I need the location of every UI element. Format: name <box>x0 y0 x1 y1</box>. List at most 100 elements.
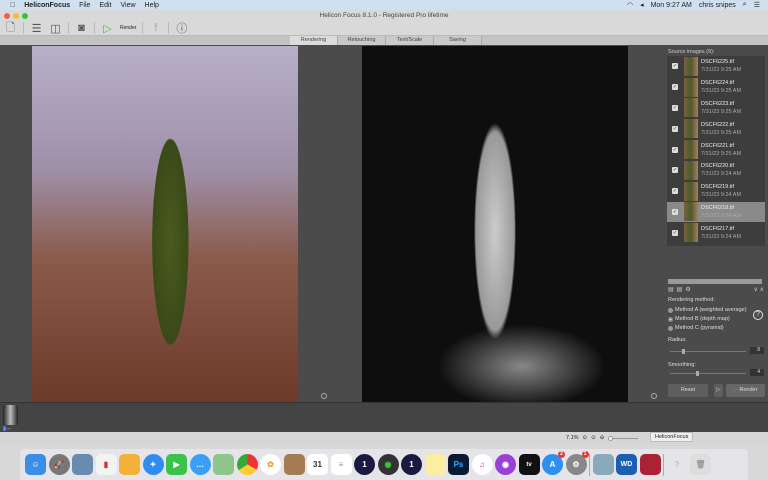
remove-file-icon[interactable]: ▤ <box>677 286 683 293</box>
camera-icon[interactable]: ◙ <box>75 22 88 35</box>
menu-file[interactable]: File <box>79 2 90 9</box>
render-play-icon[interactable]: ▷ <box>101 22 114 35</box>
apple-tv-icon[interactable]: tv <box>518 454 540 475</box>
help-icon[interactable]: ⓘ <box>175 22 188 35</box>
zoom-actual-icon[interactable]: ⊙ <box>591 435 596 441</box>
include-checkbox[interactable]: ✓ <box>672 146 678 153</box>
include-checkbox[interactable]: ✓ <box>672 167 678 174</box>
menu-bar:  HeliconFocus File Edit View Help ◠ ◂ M… <box>0 0 768 10</box>
move-down-icon[interactable]: ∨ <box>754 287 758 293</box>
magnify-icon[interactable] <box>651 393 657 399</box>
method-a-radio[interactable]: Method A (weighted average) <box>668 307 747 313</box>
render-toolbar-button[interactable]: Render <box>120 25 136 31</box>
horizontal-split-icon[interactable]: ☰ <box>30 22 43 35</box>
preview-app-icon[interactable] <box>72 454 93 475</box>
launchpad-icon[interactable]: 🚀 <box>48 454 70 475</box>
tab-rendering[interactable]: Rendering <box>290 36 338 45</box>
wd-drive-icon[interactable]: WD <box>616 454 637 475</box>
method-c-radio[interactable]: Method C (pyramid) <box>668 325 724 331</box>
helicon-focus-icon[interactable]: ◉ <box>377 454 399 475</box>
tab-retouching[interactable]: Retouching <box>338 36 386 45</box>
method-b-radio[interactable]: Method B (depth map) <box>668 316 730 322</box>
photos-icon[interactable]: ✿ <box>260 454 281 475</box>
photoshop-icon[interactable]: Ps <box>448 454 469 475</box>
messages-icon[interactable]: … <box>189 454 211 475</box>
output-thumbnail[interactable] <box>3 405 18 425</box>
zoom-out-icon[interactable]: ⊖ <box>600 435 605 441</box>
source-image-row[interactable]: ✓ DSCF6220.tif 7/31/23 9:24 AM <box>667 160 765 181</box>
source-image-row[interactable]: ✓ DSCF6221.tif 7/31/23 9:25 AM <box>667 139 765 160</box>
menu-help[interactable]: Help <box>145 2 159 9</box>
spotlight-icon[interactable]: ⌕ <box>743 1 747 9</box>
source-image-row[interactable]: ✓ DSCF6219.tif 7/31/23 9:24 AM <box>667 181 765 202</box>
zoom-slider[interactable] <box>608 435 639 441</box>
source-image-row[interactable]: ✓ DSCF6224.tif 7/31/23 9:25 AM <box>667 77 765 98</box>
notes-icon[interactable] <box>424 454 446 475</box>
volume-icon[interactable]: ◂ <box>640 1 644 9</box>
depth-map-preview[interactable] <box>362 46 628 402</box>
source-image-list[interactable]: ✓ DSCF6225.tif 7/31/23 9:25 AM ✓ DSCF6224.ti… <box>667 56 765 246</box>
finder-icon[interactable]: ☺ <box>25 454 46 475</box>
tab-saving[interactable]: Saving <box>434 36 482 45</box>
contacts-icon[interactable] <box>283 454 305 475</box>
wifi-icon[interactable]: ◠ <box>627 1 633 9</box>
radius-stepper[interactable]: 8 <box>750 347 764 354</box>
capture-one-icon-2[interactable]: 1 <box>401 454 422 475</box>
source-image-preview[interactable] <box>32 46 298 402</box>
facebook-icon[interactable]: f <box>149 22 162 35</box>
keynote-icon[interactable] <box>119 454 140 475</box>
include-checkbox[interactable]: ✓ <box>672 229 678 236</box>
include-checkbox[interactable]: ✓ <box>672 84 678 91</box>
source-image-row[interactable]: ✓ DSCF6218.tif 7/31/23 9:24 AM <box>667 201 765 223</box>
radius-slider[interactable] <box>670 349 746 354</box>
capture-one-icon[interactable]: 1 <box>354 454 375 475</box>
clock[interactable]: Mon 9:27 AM <box>651 2 692 9</box>
menu-app[interactable]: HeliconFocus <box>24 2 70 9</box>
reset-button[interactable]: Reset <box>668 384 708 397</box>
include-checkbox[interactable]: ✓ <box>672 188 678 195</box>
helicon-focus-dock-icon[interactable] <box>639 454 661 475</box>
menu-edit[interactable]: Edit <box>99 2 111 9</box>
settings-icon[interactable]: ⚙ <box>685 286 690 293</box>
file-name: DSCF6217.tif <box>701 225 735 232</box>
safari-icon[interactable]: ✦ <box>142 454 164 475</box>
smoothing-stepper[interactable]: 4 <box>750 369 764 376</box>
chrome-icon[interactable] <box>236 454 258 475</box>
app-store-icon[interactable]: A2 <box>542 451 565 475</box>
source-image-row[interactable]: ✓ DSCF6222.tif 7/31/23 9:25 AM <box>667 118 765 139</box>
image-capture-icon[interactable] <box>592 454 614 475</box>
add-images-icon[interactable]: 🗋 <box>4 22 17 35</box>
menu-view[interactable]: View <box>121 2 136 9</box>
calendar-icon[interactable]: 31 <box>307 454 328 475</box>
magnify-icon[interactable] <box>321 393 327 399</box>
add-file-icon[interactable]: ▤ <box>668 286 674 293</box>
help-document-icon[interactable]: ? <box>667 454 688 475</box>
notification-center-icon[interactable]: ☰ <box>754 1 760 9</box>
numbers-icon[interactable]: ▮ <box>95 454 117 475</box>
system-preferences-icon[interactable]: ⚙ 1 <box>565 451 589 475</box>
trash-icon[interactable]: 🗑 <box>690 454 711 475</box>
thumbnail-icons: ▪▫▫▫ <box>3 426 11 431</box>
include-checkbox[interactable]: ✓ <box>672 125 678 132</box>
zoom-fit-icon[interactable]: ⊙ <box>583 435 588 441</box>
music-icon[interactable]: ♫ <box>471 454 493 475</box>
render-button[interactable]: ▷ Render <box>726 384 765 397</box>
vertical-split-icon[interactable]: ◫ <box>49 22 62 35</box>
source-image-row[interactable]: ✓ DSCF6223.tif 7/31/23 9:25 AM <box>667 98 765 119</box>
tab-text-scale[interactable]: Text/Scale <box>386 36 434 45</box>
maps-icon[interactable] <box>213 454 234 475</box>
apple-menu-icon[interactable]:  <box>10 2 15 9</box>
facetime-icon[interactable]: ▶ <box>166 454 187 475</box>
include-checkbox[interactable]: ✓ <box>672 104 678 111</box>
move-up-icon[interactable]: ∧ <box>760 287 764 293</box>
user-name[interactable]: chris snipes <box>699 2 736 9</box>
source-image-row[interactable]: ✓ DSCF6217.tif 7/31/23 9:24 AM <box>667 222 765 243</box>
preview-play-button[interactable]: ▷ <box>714 384 723 397</box>
reminders-icon[interactable]: ≡ <box>330 454 352 475</box>
help-icon[interactable]: ? <box>753 310 763 320</box>
include-checkbox[interactable]: ✓ <box>672 63 678 70</box>
podcasts-icon[interactable]: ◉ <box>495 454 516 475</box>
source-image-row[interactable]: ✓ DSCF6225.tif 7/31/23 9:25 AM <box>667 56 765 77</box>
smoothing-slider[interactable] <box>670 371 746 376</box>
include-checkbox[interactable]: ✓ <box>672 208 678 215</box>
